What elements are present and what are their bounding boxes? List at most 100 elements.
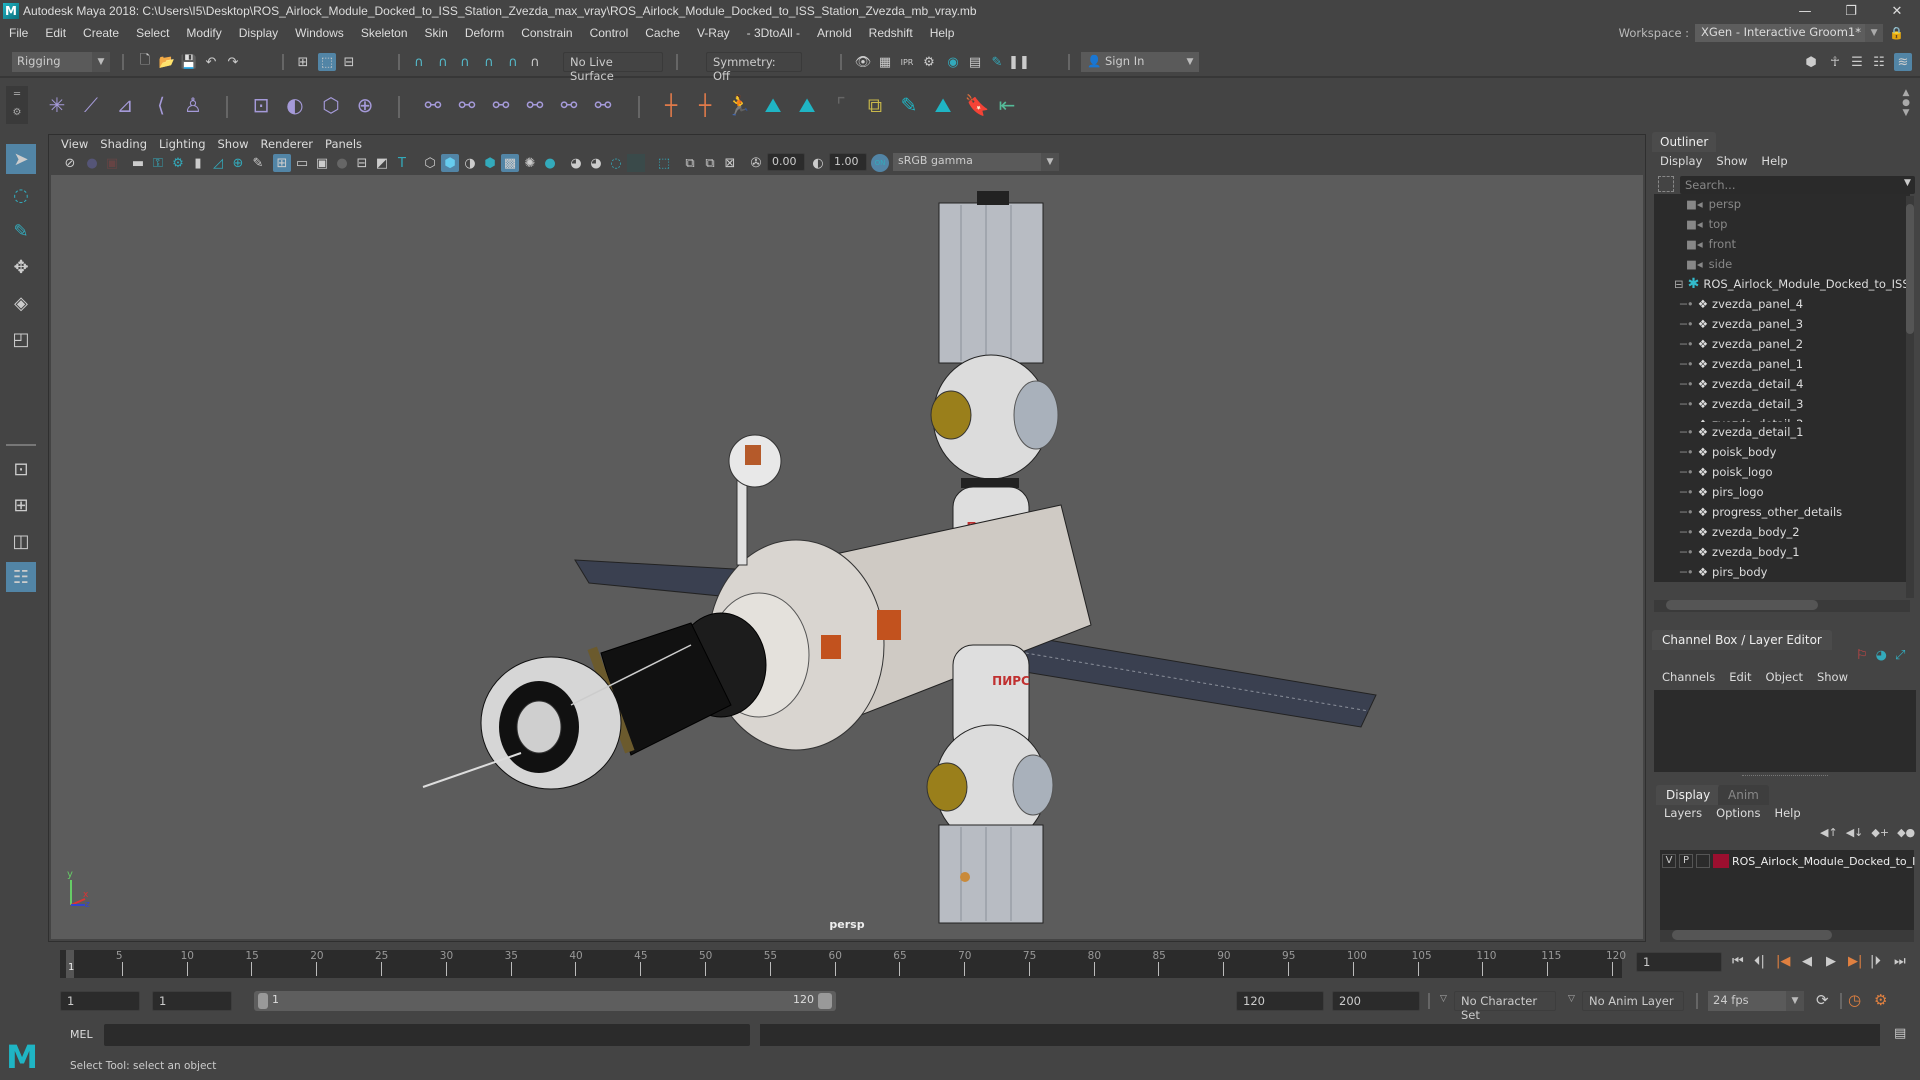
bookmark-add-icon[interactable]: 🔖 — [964, 92, 990, 118]
menu-3dtoall[interactable]: - 3DtoAll - — [738, 26, 808, 40]
select-tool-icon[interactable]: ➤ — [6, 144, 36, 174]
light-editor-icon[interactable]: ✎ — [988, 53, 1006, 71]
menu-skeleton[interactable]: Skeleton — [352, 26, 416, 40]
outliner-menu-show[interactable]: Show — [1716, 154, 1747, 168]
restore-button[interactable]: ❐ — [1828, 0, 1874, 22]
mash-icon[interactable]: ⛰ — [760, 92, 786, 118]
script-editor-icon[interactable]: ▤ — [1894, 1026, 1906, 1041]
menu-constrain[interactable]: Constrain — [512, 26, 580, 40]
scene-start-field[interactable]: 1 — [60, 991, 140, 1011]
snap-live-icon[interactable]: ∩ — [504, 53, 522, 71]
outliner-item[interactable]: ─• ❖ poisk_body — [1680, 442, 1776, 462]
shelf-menu-button[interactable]: ═ ⚙ — [6, 86, 28, 124]
lock-icon[interactable]: 🔒 — [1889, 26, 1904, 40]
range-end-handle[interactable] — [818, 993, 832, 1009]
camera-bookmark-icon[interactable]: ⚙ — [169, 154, 187, 172]
lasso-tool-icon[interactable]: ◌ — [6, 180, 36, 210]
layer-display-type-toggle[interactable] — [1696, 854, 1710, 868]
outliner-horizontal-scrollbar[interactable] — [1654, 600, 1910, 612]
grid-icon[interactable]: ⊞ — [273, 154, 291, 172]
select-by-hierarchy-icon[interactable]: ⊞ — [294, 53, 312, 71]
tool-settings-icon[interactable]: ☷ — [1870, 53, 1888, 71]
play-forwards-button[interactable]: ▶ — [1826, 954, 1836, 969]
shelf-scroll[interactable]: ▲ ● ▼ — [1898, 88, 1914, 118]
gate-mask-icon[interactable]: ● — [333, 154, 351, 172]
menu-edit[interactable]: Edit — [36, 26, 74, 40]
menu-set-dropdown[interactable]: Rigging ▼ — [12, 52, 110, 72]
attribute-editor-toggle-icon[interactable]: ⚐ — [1856, 648, 1868, 663]
wireframe-on-shaded-icon[interactable]: ⬢ — [481, 154, 499, 172]
live-surface-field[interactable]: No Live Surface — [563, 52, 663, 83]
range-start-handle[interactable] — [258, 993, 268, 1009]
channel-box-toggle-icon[interactable]: ⤢ — [1895, 648, 1905, 663]
layer-menu-help[interactable]: Help — [1774, 806, 1800, 820]
outliner-item-root[interactable]: ⊟ ✱ ROS_Airlock_Module_Docked_to_ISS_S — [1674, 274, 1910, 294]
menu-display[interactable]: Display — [230, 26, 286, 40]
bind-skin-icon[interactable]: ⟨ — [148, 92, 174, 118]
character-set-arrow-icon[interactable]: ▽ — [1440, 994, 1447, 1004]
menu-modify[interactable]: Modify — [177, 26, 229, 40]
human-ik-icon[interactable]: ☥ — [1826, 53, 1844, 71]
outliner-filter-icon[interactable] — [1658, 176, 1674, 192]
parent-constraint-icon[interactable]: ⚯ — [420, 92, 446, 118]
bookmark-icon[interactable]: ▮ — [189, 154, 207, 172]
scale-constraint-icon[interactable]: ⚯ — [522, 92, 548, 118]
default-material-icon[interactable]: ◑ — [461, 154, 479, 172]
layer-playback-toggle[interactable]: P — [1679, 854, 1693, 868]
outliner-item-persp[interactable]: ■◂ persp — [1686, 194, 1741, 214]
channel-box-tab[interactable]: Channel Box / Layer Editor — [1652, 630, 1832, 650]
field-chart-icon[interactable]: ⊟ — [353, 154, 371, 172]
menu-select[interactable]: Select — [127, 26, 177, 40]
menu-help[interactable]: Help — [921, 26, 963, 40]
play-backwards-button[interactable]: ◀ — [1802, 954, 1812, 969]
loop-icon[interactable]: ⟳ — [1816, 991, 1829, 1009]
xray-active-components-icon[interactable]: ⧉ — [701, 154, 719, 172]
symmetry-field[interactable]: Symmetry: Off — [706, 52, 802, 83]
new-empty-layer-icon[interactable]: ◆+ — [1871, 826, 1889, 839]
menu-file[interactable]: File — [0, 26, 36, 40]
menu-create[interactable]: Create — [74, 26, 127, 40]
layer-color-swatch[interactable] — [1713, 854, 1729, 868]
channel-box-menu-edit[interactable]: Edit — [1729, 670, 1751, 684]
layer-menu-layers[interactable]: Layers — [1664, 806, 1702, 820]
close-button[interactable]: ✕ — [1874, 0, 1920, 22]
collapse-icon[interactable]: ⊟ — [1674, 277, 1684, 291]
lock-camera-icon[interactable]: ⚿ — [149, 154, 167, 172]
layer-tab-anim[interactable]: Anim — [1718, 785, 1769, 805]
anti-aliasing-icon[interactable]: ◌ — [607, 154, 625, 172]
snap-curve-icon[interactable]: ∩ — [434, 53, 452, 71]
wrap-deformer-icon[interactable]: ⬡ — [318, 92, 344, 118]
channel-box-area[interactable] — [1654, 690, 1916, 772]
vray-icon[interactable]: ⊘ — [61, 154, 79, 172]
paint-select-tool-icon[interactable]: ✎ — [6, 216, 36, 246]
modeling-toolkit-icon[interactable]: ⬢ — [1802, 53, 1820, 71]
pivot-move-icon[interactable]: ⇤ — [994, 92, 1020, 118]
playback-start-field[interactable]: 1 — [152, 991, 232, 1011]
select-by-object-icon[interactable]: ⬚ — [318, 53, 336, 71]
outliner-item[interactable]: ─• ❖ zvezda_panel_2 — [1680, 334, 1803, 354]
anim-layer-field[interactable]: No Anim Layer — [1582, 991, 1684, 1011]
exposure-icon[interactable]: ✇ — [747, 154, 765, 172]
menu-redshift[interactable]: Redshift — [860, 26, 921, 40]
panel-menu-shading[interactable]: Shading — [96, 137, 155, 151]
outliner-item[interactable]: ─• ❖ zvezda_detail_1 — [1680, 422, 1803, 442]
menu-cache[interactable]: Cache — [636, 26, 688, 40]
film-gate-icon[interactable]: ▭ — [293, 154, 311, 172]
camera-icon[interactable]: ▬ — [129, 154, 147, 172]
layer-name[interactable]: ROS_Airlock_Module_Docked_to_I — [1732, 855, 1915, 868]
ik-handle-icon[interactable]: ⟋ — [78, 92, 104, 118]
smooth-shade-icon[interactable]: ⬢ — [441, 154, 459, 172]
panel-menu-show[interactable]: Show — [214, 137, 257, 151]
channel-box-menu-channels[interactable]: Channels — [1662, 670, 1715, 684]
panel-menu-panels[interactable]: Panels — [321, 137, 370, 151]
channel-box-icon[interactable]: ≋ — [1894, 53, 1912, 71]
outliner-item[interactable]: ─• ❖ zvezda_panel_1 — [1680, 354, 1803, 374]
outliner-tab[interactable]: Outliner — [1652, 132, 1717, 152]
anim-layer-arrow-icon[interactable]: ▽ — [1568, 994, 1575, 1004]
screen-space-ao-icon[interactable]: ◕ — [567, 154, 585, 172]
panel-menu-renderer[interactable]: Renderer — [257, 137, 322, 151]
layer-row[interactable]: V P ROS_Airlock_Module_Docked_to_I — [1662, 854, 1915, 868]
color-management-toggle-icon[interactable]: ON — [871, 154, 889, 172]
layer-horizontal-scrollbar[interactable] — [1660, 930, 1914, 942]
menu-arnold[interactable]: Arnold — [808, 26, 860, 40]
